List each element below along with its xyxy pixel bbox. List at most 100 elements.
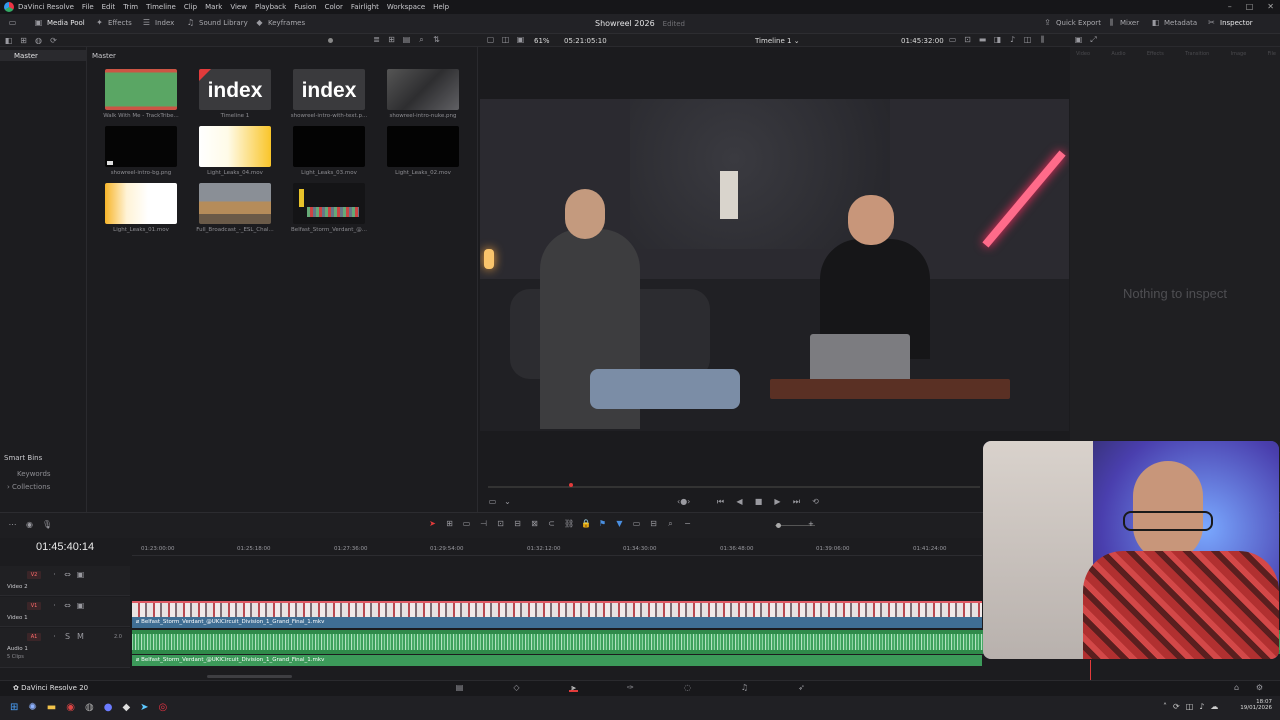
sync-icon[interactable]: ⟳ — [1173, 702, 1180, 711]
thumb-size-slider[interactable] — [328, 38, 333, 43]
effects-button[interactable]: ✦ Effects — [95, 18, 132, 27]
media-clip[interactable]: index Timeline 1 — [196, 69, 274, 119]
track-badge[interactable]: V1 — [27, 602, 41, 610]
color-page-icon[interactable]: ◌ — [683, 683, 692, 692]
metadata-button[interactable]: ◧ Metadata — [1151, 18, 1197, 27]
wipe-icon[interactable]: ◨ — [993, 35, 1002, 44]
app-icon[interactable]: ◍ — [85, 702, 94, 713]
link-icon[interactable]: ⛓ — [564, 519, 574, 528]
auto-select-icon[interactable]: ⇔ — [63, 601, 72, 610]
snap-icon[interactable]: ⊂ — [547, 519, 556, 528]
trim-tool-icon[interactable]: ⊞ — [445, 519, 454, 528]
layout-icon[interactable]: ⊞ — [19, 36, 28, 45]
maximize-icon[interactable]: □ — [1246, 2, 1254, 11]
metadata-view-icon[interactable]: ▤ — [402, 35, 411, 44]
menu-edit[interactable]: Edit — [102, 3, 116, 11]
chevron-up-icon[interactable]: ˄ — [1163, 702, 1167, 711]
zoom-slider-handle[interactable] — [776, 523, 781, 528]
audio-clip[interactable]: ⌀ Belfast_Storm_Verdant_@UKICircuit_Divi… — [132, 655, 982, 666]
track-badge[interactable]: A1 — [27, 633, 41, 641]
resolve-taskbar-icon[interactable]: ◆ — [122, 702, 130, 713]
safe-area-icon[interactable]: ▭ — [948, 35, 957, 44]
audio-meter-icon[interactable]: ♪ — [1008, 35, 1017, 44]
sync-icon[interactable]: ⟳ — [49, 36, 58, 45]
media-pool-button[interactable]: ▣ Media Pool — [34, 18, 85, 27]
timeline-selector[interactable]: Timeline 1 ⌄ — [755, 37, 800, 45]
play-reverse-icon[interactable]: ◀ — [735, 497, 744, 506]
scrubber-playhead[interactable] — [569, 483, 573, 487]
sidebar-icon[interactable]: ◧ — [4, 36, 13, 45]
search-icon[interactable]: ⌕ — [417, 35, 426, 44]
timeline-view-icon[interactable]: ⋯ — [8, 520, 17, 529]
lock-icon[interactable]: · — [50, 601, 59, 610]
windows-start-icon[interactable]: ⊞ — [10, 702, 18, 713]
inspector-expand-icon[interactable]: ⤢ — [1089, 35, 1098, 44]
tab-video[interactable]: Video — [1076, 51, 1090, 57]
insert-icon[interactable]: ⊡ — [496, 519, 505, 528]
skip-end-icon[interactable]: ⏭ — [792, 497, 801, 506]
mute-icon[interactable]: M — [76, 632, 85, 641]
track-badge[interactable]: V2 — [27, 571, 41, 579]
monitor-icon[interactable]: ▬ — [978, 35, 987, 44]
solo-icon[interactable]: S — [63, 632, 72, 641]
menu-mark[interactable]: Mark — [205, 3, 222, 11]
skip-start-icon[interactable]: ⏮ — [716, 497, 725, 506]
deliver-page-icon[interactable]: ➶ — [797, 683, 806, 692]
clock[interactable]: 18:07 19/01/2026 — [1238, 699, 1272, 711]
loop-icon[interactable]: ⟲ — [811, 497, 820, 506]
cut-page-icon[interactable]: ◇ — [512, 683, 521, 692]
video-clip[interactable]: ⌀ Belfast_Storm_Verdant_@UKICircuit_Divi… — [132, 617, 982, 628]
tab-transition[interactable]: Transition — [1185, 51, 1209, 57]
track-options-icon[interactable]: ◉ — [25, 520, 34, 529]
lock-icon[interactable]: · — [50, 632, 59, 641]
track-visible-icon[interactable]: ▣ — [76, 601, 85, 610]
cinema-viewer-icon[interactable]: ▣ — [516, 35, 525, 44]
menu-trim[interactable]: Trim — [123, 3, 138, 11]
edit-page-icon[interactable]: ⫸ — [569, 683, 578, 692]
fairlight-page-icon[interactable]: ♫ — [740, 683, 749, 692]
settings-icon[interactable]: ⚙ — [1255, 683, 1264, 692]
zoom-level[interactable]: 61% — [534, 37, 550, 45]
file-explorer-icon[interactable]: ▬ — [47, 702, 56, 713]
stop-icon[interactable]: ■ — [754, 497, 763, 506]
marker-icon[interactable]: ▼ — [615, 519, 624, 528]
transform-icon[interactable]: ⊡ — [963, 35, 972, 44]
fusion-page-icon[interactable]: ✑ — [626, 683, 635, 692]
media-clip[interactable]: Light_Leaks_02.mov — [384, 126, 462, 176]
video-frame[interactable] — [480, 99, 1069, 431]
blade-tool-icon[interactable]: ⊣ — [479, 519, 488, 528]
menu-file[interactable]: File — [82, 3, 94, 11]
auto-select-icon[interactable]: ⇔ — [63, 570, 72, 579]
close-icon[interactable]: ✕ — [1267, 2, 1274, 11]
menu-fusion[interactable]: Fusion — [294, 3, 316, 11]
media-clip[interactable]: index showreel-intro-with-text.p... — [290, 69, 368, 119]
replace-icon[interactable]: ⊠ — [530, 519, 539, 528]
track-visible-icon[interactable]: ▣ — [76, 570, 85, 579]
zoom-full-icon[interactable]: ▭ — [632, 519, 641, 528]
sound-library-button[interactable]: ♫ Sound Library — [186, 18, 248, 27]
app-icon[interactable]: ◉ — [66, 702, 75, 713]
zoom-custom-icon[interactable]: ⌕ — [666, 519, 675, 528]
keywords-bin[interactable]: Keywords — [17, 470, 51, 478]
play-icon[interactable]: ▶ — [773, 497, 782, 506]
list-view-icon[interactable]: ≣ — [372, 35, 381, 44]
media-clip[interactable]: Light_Leaks_01.mov — [102, 183, 180, 233]
split-icon[interactable]: ⫼ — [1038, 35, 1047, 44]
home-icon[interactable]: ⌂ — [1232, 683, 1241, 692]
menu-fairlight[interactable]: Fairlight — [351, 3, 379, 11]
track-header-v1[interactable]: V1 Video 1 · ⇔ ▣ — [0, 597, 130, 627]
menu-playback[interactable]: Playback — [255, 3, 286, 11]
track-header-a1[interactable]: A1 Audio 1 5 Clips · S M 2.0 — [0, 628, 130, 668]
zoom-out-icon[interactable]: − — [683, 519, 692, 528]
volume-icon[interactable]: ♪ — [1199, 702, 1204, 711]
filter-icon[interactable]: ◍ — [34, 36, 43, 45]
lock-icon[interactable]: · — [50, 570, 59, 579]
view-options-icon[interactable]: ▭ — [488, 497, 497, 506]
mic-icon[interactable]: 🎙 — [42, 520, 52, 529]
media-clip[interactable]: Light_Leaks_04.mov — [196, 126, 274, 176]
mixer-button[interactable]: ⫼ Mixer — [1107, 18, 1139, 27]
jog-icon[interactable]: ‹●› — [677, 497, 690, 506]
menu-clip[interactable]: Clip — [184, 3, 197, 11]
inspector-panel-icon[interactable]: ▣ — [1074, 35, 1083, 44]
menu-workspace[interactable]: Workspace — [387, 3, 425, 11]
